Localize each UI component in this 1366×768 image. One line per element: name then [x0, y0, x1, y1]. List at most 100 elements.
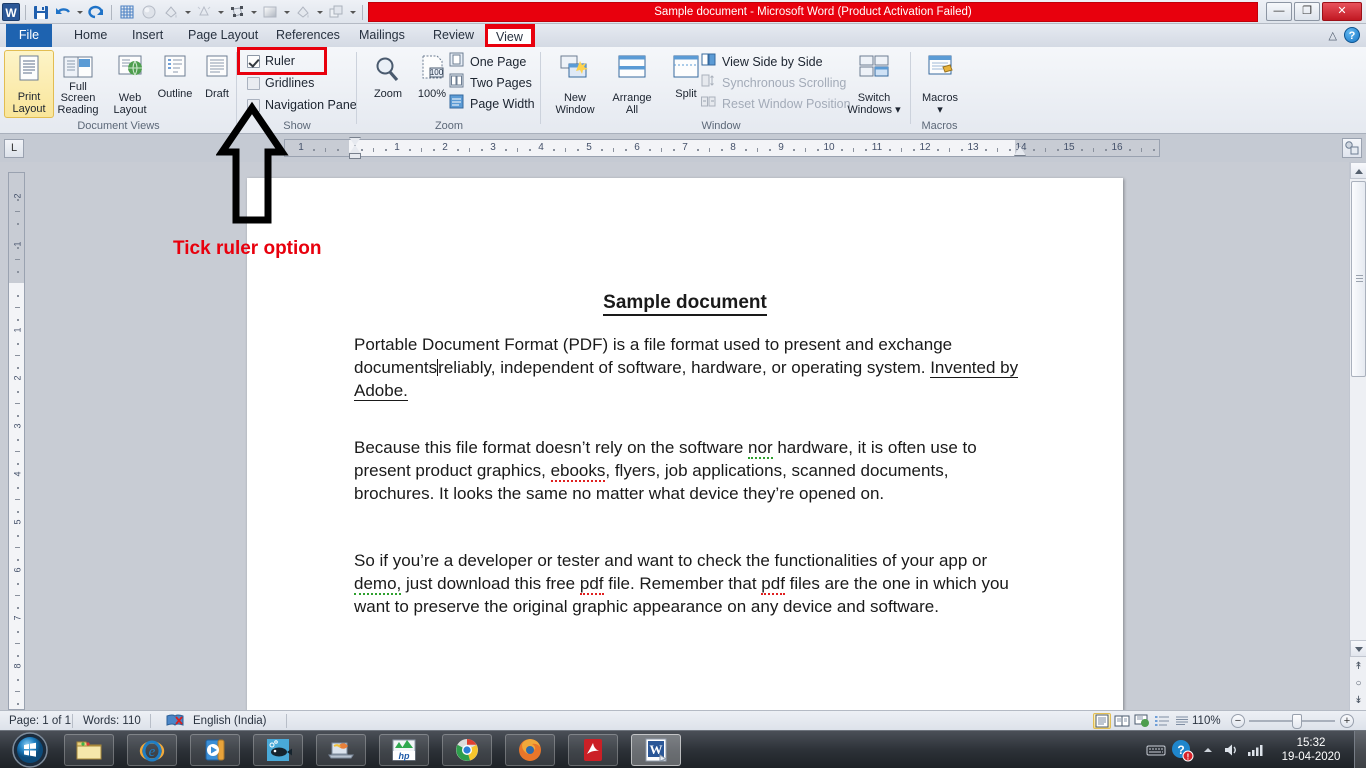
- button-full-screen-reading[interactable]: Full Screen Reading: [52, 50, 104, 118]
- zoom-level-label[interactable]: 110%: [1192, 713, 1221, 729]
- grammar-error-run[interactable]: demo,: [354, 574, 402, 595]
- checkbox-gridlines[interactable]: Gridlines: [247, 74, 314, 93]
- minimize-button[interactable]: —: [1266, 2, 1292, 21]
- taskbar-item-adobe-reader[interactable]: [568, 734, 618, 766]
- select-browse-object-small-icon[interactable]: ○: [1351, 676, 1366, 692]
- button-two-pages[interactable]: Two Pages: [449, 73, 532, 94]
- button-label-line1: Print: [17, 91, 41, 103]
- grammar-error-run[interactable]: nor: [748, 438, 773, 459]
- macros-dropdown-icon[interactable]: ▾: [937, 104, 943, 116]
- text-effects-dropdown-icon: [216, 2, 225, 22]
- ruler-tick: [15, 691, 20, 692]
- button-switch-windows[interactable]: Switch Windows ▾: [846, 50, 902, 118]
- switch-windows-dropdown-icon[interactable]: ▾: [895, 104, 901, 116]
- button-page-width[interactable]: Page Width: [449, 94, 535, 115]
- proofing-errors-icon[interactable]: [158, 713, 184, 729]
- checkbox-navigation-pane-box[interactable]: [247, 99, 260, 112]
- document-paragraph-3[interactable]: So if you’re a developer or tester and w…: [354, 549, 1034, 618]
- taskbar-item-microsoft-word[interactable]: W: [631, 734, 681, 766]
- view-button-outline[interactable]: [1153, 713, 1171, 729]
- checkbox-navigation-pane[interactable]: Navigation Pane: [247, 96, 357, 115]
- vertical-ruler[interactable]: 2 1 1 2 3 4 5 6 7 8: [8, 172, 25, 710]
- taskbar-item-remote-app[interactable]: [316, 734, 366, 766]
- taskbar-item-hp-app[interactable]: hp: [379, 734, 429, 766]
- button-one-page[interactable]: One Page: [449, 52, 526, 73]
- start-button[interactable]: [4, 732, 56, 768]
- status-language[interactable]: English (India): [186, 713, 274, 729]
- taskbar-item-internet-explorer[interactable]: e: [127, 734, 177, 766]
- checkbox-ruler[interactable]: Ruler: [247, 52, 295, 71]
- view-button-full-screen-reading[interactable]: [1113, 713, 1131, 729]
- keyboard-icon[interactable]: [1144, 731, 1168, 768]
- undo-icon[interactable]: [53, 2, 73, 22]
- system-clock[interactable]: 15:32 19-04-2020: [1268, 731, 1354, 768]
- checkbox-ruler-box[interactable]: [247, 55, 260, 68]
- tab-file[interactable]: File: [6, 24, 52, 47]
- ruler-tick: [853, 148, 854, 152]
- view-button-draft[interactable]: [1173, 713, 1191, 729]
- scroll-down-arrow-icon[interactable]: [1350, 640, 1366, 657]
- button-web-layout[interactable]: Web Layout: [105, 50, 155, 118]
- button-print-layout[interactable]: Print Layout: [4, 50, 54, 118]
- taskbar-item-mozilla-firefox[interactable]: [505, 734, 555, 766]
- zoom-slider-thumb[interactable]: [1292, 714, 1302, 729]
- taskbar-item-google-chrome[interactable]: [442, 734, 492, 766]
- minimize-ribbon-icon[interactable]: △: [1329, 29, 1337, 42]
- taskbar-item-windows-media-player[interactable]: [190, 734, 240, 766]
- scrollbar-thumb[interactable]: [1351, 181, 1366, 377]
- button-zoom[interactable]: Zoom: [363, 50, 413, 118]
- close-button[interactable]: ✕: [1322, 2, 1362, 21]
- button-new-window[interactable]: New Window: [547, 50, 603, 118]
- next-page-icon[interactable]: ↡: [1351, 693, 1366, 709]
- tab-stop-selector[interactable]: L: [4, 139, 24, 158]
- button-reset-window-position[interactable]: Reset Window Position: [701, 94, 851, 115]
- tab-insert[interactable]: Insert: [122, 24, 173, 47]
- zoom-out-button[interactable]: −: [1231, 714, 1245, 728]
- left-indent-marker[interactable]: [349, 153, 361, 159]
- tab-home[interactable]: Home: [64, 24, 117, 47]
- show-desktop-button[interactable]: [1354, 731, 1366, 768]
- redo-icon[interactable]: [86, 2, 106, 22]
- tab-page-layout[interactable]: Page Layout: [178, 24, 268, 47]
- view-button-print-layout[interactable]: [1093, 713, 1111, 729]
- chevron-up-icon[interactable]: [1196, 731, 1220, 768]
- tab-view[interactable]: View: [485, 26, 534, 49]
- button-arrange-all[interactable]: Arrange All: [605, 50, 659, 118]
- document-page[interactable]: Sample document Portable Document Format…: [247, 178, 1123, 710]
- button-draft[interactable]: Draft: [192, 50, 242, 118]
- taskbar-item-windows-explorer[interactable]: [64, 734, 114, 766]
- checkbox-gridlines-box[interactable]: [247, 77, 260, 90]
- view-button-web-layout[interactable]: [1133, 713, 1151, 729]
- scroll-up-arrow-icon[interactable]: [1350, 162, 1366, 179]
- select-browse-object-icon[interactable]: [1342, 138, 1362, 158]
- document-paragraph-2[interactable]: Because this file format doesn’t rely on…: [354, 436, 1022, 505]
- help-icon[interactable]: ?: [1344, 27, 1360, 43]
- tab-references[interactable]: References: [266, 24, 350, 47]
- zoom-in-button[interactable]: +: [1340, 714, 1354, 728]
- ruler-tick: [337, 149, 339, 151]
- document-paragraph-1[interactable]: Portable Document Format (PDF) is a file…: [354, 333, 1022, 402]
- horizontal-ruler[interactable]: 1 1 2 3 4 5 6 7 8 9 10 11 12 13 14 15 16: [284, 139, 1160, 157]
- spelling-error-run[interactable]: pdf: [761, 574, 785, 595]
- button-view-side-by-side[interactable]: View Side by Side: [701, 52, 823, 73]
- word-logo-icon[interactable]: W: [2, 3, 20, 21]
- status-word-count[interactable]: Words: 110: [76, 713, 148, 729]
- help-alert-icon[interactable]: ?!: [1168, 731, 1196, 768]
- taskbar-item-fishing-app[interactable]: [253, 734, 303, 766]
- restore-button[interactable]: ❐: [1294, 2, 1320, 21]
- reset-window-position-icon: [701, 94, 716, 116]
- spelling-error-run[interactable]: pdf: [579, 574, 604, 595]
- vertical-scrollbar[interactable]: ↟ ○ ↡: [1349, 162, 1366, 710]
- save-icon[interactable]: [31, 2, 51, 22]
- status-page-indicator[interactable]: Page: 1 of 1: [2, 713, 78, 729]
- button-macros[interactable]: Macros ▾: [914, 50, 966, 118]
- speaker-icon[interactable]: [1220, 731, 1244, 768]
- tab-review[interactable]: Review: [423, 24, 484, 47]
- previous-page-icon[interactable]: ↟: [1351, 659, 1366, 675]
- button-synchronous-scrolling[interactable]: Synchronous Scrolling: [701, 73, 846, 94]
- tab-mailings[interactable]: Mailings: [349, 24, 415, 47]
- signal-bars-icon[interactable]: [1244, 731, 1268, 768]
- undo-dropdown-icon[interactable]: [75, 2, 84, 22]
- spelling-error-run[interactable]: ebooks: [550, 461, 606, 482]
- table-grid-icon[interactable]: [117, 2, 137, 22]
